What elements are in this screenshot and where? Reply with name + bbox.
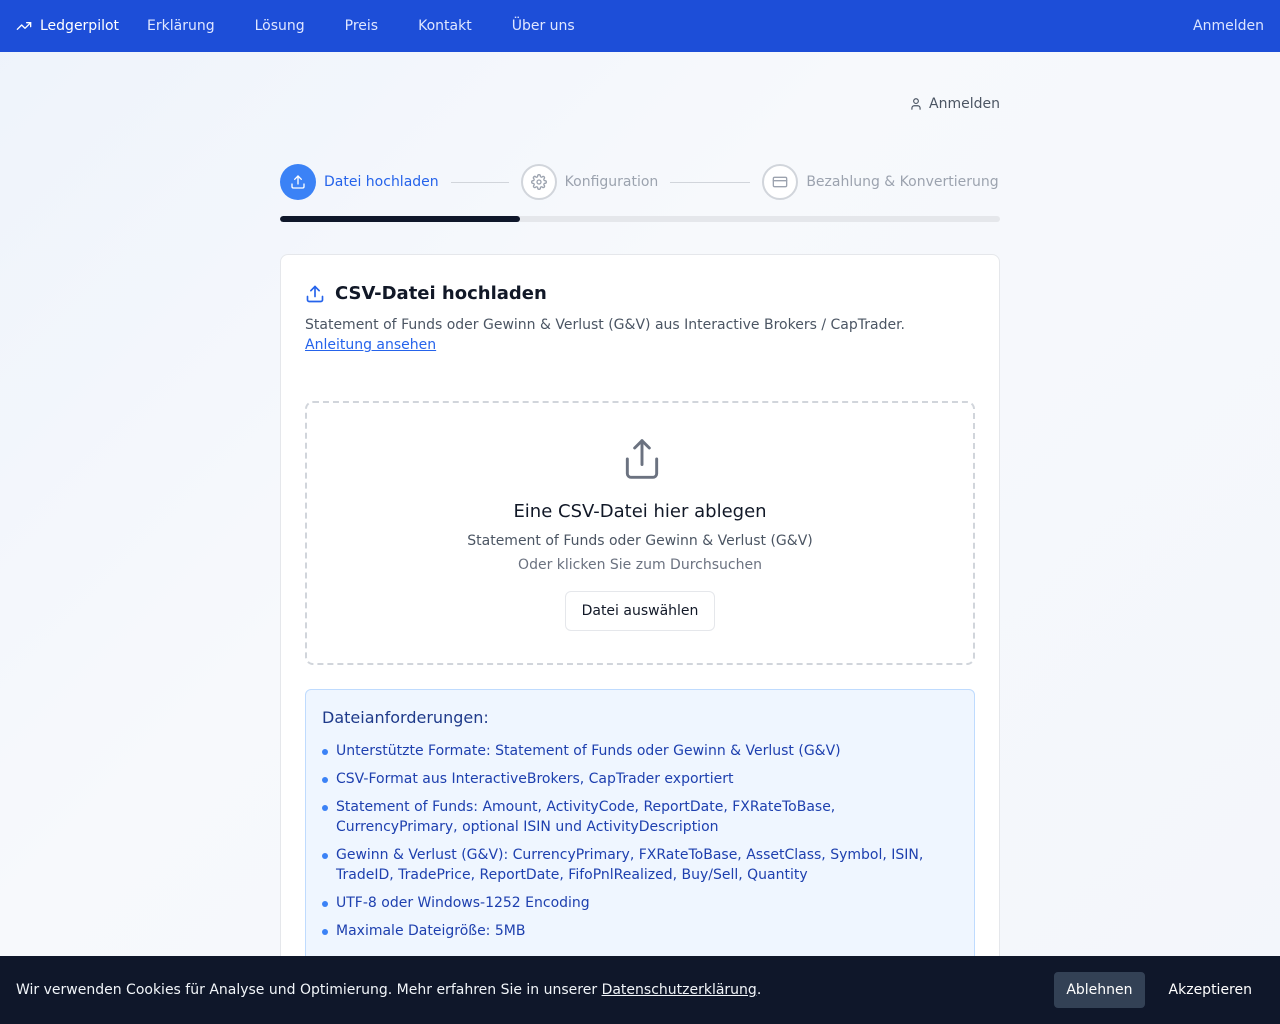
progress-bar-fill	[280, 216, 520, 222]
cookie-text-before: Wir verwenden Cookies für Analyse und Op…	[16, 982, 602, 998]
card-title: CSV-Datei hochladen	[305, 283, 547, 304]
login-link[interactable]: Anmelden	[909, 96, 1000, 112]
upload-icon	[291, 175, 305, 189]
top-nav: Ledgerpilot Erklärung Lösung Preis Konta…	[0, 0, 1280, 52]
requirement-item: UTF-8 oder Windows-1252 Encoding	[322, 893, 958, 913]
step-payment: Bezahlung & Konvertierung	[762, 164, 999, 200]
requirement-item: CSV-Format aus InteractiveBrokers, CapTr…	[322, 769, 958, 789]
requirements-list: Unterstützte Formate: Statement of Funds…	[322, 741, 958, 941]
select-file-button[interactable]: Datei auswählen	[565, 591, 715, 631]
step-upload-label: Datei hochladen	[324, 174, 439, 190]
accept-cookies-button[interactable]: Akzeptieren	[1157, 972, 1264, 1008]
nav-link-erklaerung[interactable]: Erklärung	[147, 18, 215, 34]
step-payment-circle	[762, 164, 799, 200]
nav-links: Erklärung Lösung Preis Kontakt Über uns	[147, 18, 615, 34]
stepper: Datei hochladen Konfiguration Bezahlung …	[280, 164, 1000, 200]
nav-link-preis[interactable]: Preis	[345, 18, 378, 34]
privacy-policy-link[interactable]: Datenschutzerklärung	[602, 982, 757, 998]
step-upload-circle	[280, 164, 316, 200]
step-configuration-label: Konfiguration	[564, 174, 659, 190]
gear-icon	[530, 174, 547, 190]
nav-link-kontakt[interactable]: Kontakt	[418, 18, 472, 34]
upload-card: CSV-Datei hochladen Statement of Funds o…	[280, 254, 1000, 1014]
decline-cookies-button[interactable]: Ablehnen	[1054, 972, 1145, 1008]
credit-card-icon	[772, 176, 788, 188]
step-configuration-circle	[520, 164, 557, 200]
requirement-item: Gewinn & Verlust (G&V): CurrencyPrimary,…	[322, 845, 958, 885]
cookie-banner: Wir verwenden Cookies für Analyse und Op…	[0, 956, 1280, 1024]
step-upload: Datei hochladen	[280, 164, 439, 200]
user-icon	[911, 98, 921, 110]
card-description-text: Statement of Funds oder Gewinn & Verlust…	[305, 317, 905, 333]
card-title-text: CSV-Datei hochladen	[335, 283, 547, 304]
dropzone-title: Eine CSV-Datei hier ablegen	[513, 501, 767, 522]
upload-icon	[306, 285, 324, 302]
trending-up-icon	[16, 21, 32, 30]
cookie-text-after: .	[756, 982, 762, 998]
card-description: Statement of Funds oder Gewinn & Verlust…	[305, 315, 965, 355]
requirements-title: Dateianforderungen:	[322, 708, 489, 727]
step-connector	[670, 181, 751, 183]
dropzone-subtitle: Statement of Funds oder Gewinn & Verlust…	[467, 533, 813, 549]
brand-link[interactable]: Ledgerpilot	[16, 18, 119, 34]
share-upload-icon	[625, 439, 659, 479]
step-configuration: Konfiguration	[520, 164, 659, 200]
requirement-item: Maximale Dateigröße: 5MB	[322, 921, 958, 941]
nav-link-loesung[interactable]: Lösung	[255, 18, 305, 34]
nav-link-ueber-uns[interactable]: Über uns	[512, 18, 575, 34]
requirement-item: Unterstützte Formate: Statement of Funds…	[322, 741, 958, 761]
brand-name: Ledgerpilot	[40, 18, 120, 34]
step-connector	[450, 181, 509, 183]
dropzone[interactable]: Eine CSV-Datei hier ablegen Statement of…	[305, 401, 975, 665]
login-link-label: Anmelden	[929, 96, 1000, 112]
dropzone-hint: Oder klicken Sie zum Durchsuchen	[518, 557, 762, 573]
cookie-text: Wir verwenden Cookies für Analyse und Op…	[16, 982, 761, 998]
step-payment-label: Bezahlung & Konvertierung	[806, 174, 999, 190]
requirement-item: Statement of Funds: Amount, ActivityCode…	[322, 797, 958, 837]
nav-login-link[interactable]: Anmelden	[1193, 18, 1264, 34]
progress-bar	[280, 216, 1000, 222]
requirements-box: Dateianforderungen: Unterstützte Formate…	[305, 689, 975, 989]
cookie-actions: Ablehnen Akzeptieren	[1054, 972, 1264, 1008]
guide-link[interactable]: Anleitung ansehen	[305, 337, 436, 353]
